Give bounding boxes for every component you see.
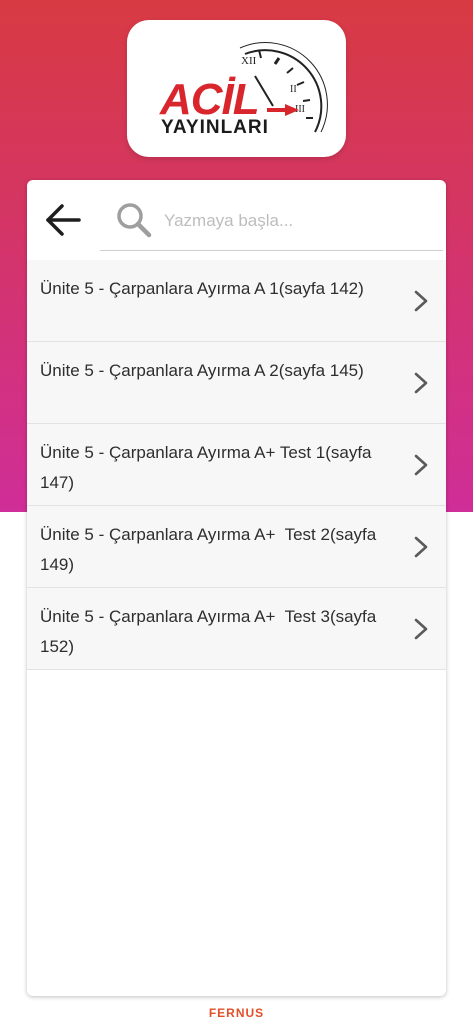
- list-item-label: Ünite 5 - Çarpanlara Ayırma A 2(sayfa 14…: [40, 361, 364, 380]
- logo-brand-top: ACİL: [160, 75, 260, 124]
- search-field[interactable]: [100, 192, 443, 251]
- list-item[interactable]: Ünite 5 - Çarpanlara Ayırma A 1(sayfa 14…: [27, 260, 446, 342]
- search-icon: [117, 203, 152, 238]
- content-panel: Ünite 5 - Çarpanlara Ayırma A 1(sayfa 14…: [27, 180, 446, 996]
- list-item-label: Ünite 5 - Çarpanlara Ayırma A+ Test 1(sa…: [40, 443, 377, 492]
- logo-brand-bottom: YAYINLARI: [161, 117, 269, 138]
- chevron-right-icon: [414, 536, 428, 558]
- list-item-label: Ünite 5 - Çarpanlara Ayırma A+ Test 2(sa…: [40, 525, 381, 574]
- list-item-label: Ünite 5 - Çarpanlara Ayırma A 1(sayfa 14…: [40, 279, 364, 298]
- search-bar: [27, 180, 446, 258]
- back-button[interactable]: [43, 200, 83, 240]
- chevron-right-icon: [414, 618, 428, 640]
- list-item[interactable]: Ünite 5 - Çarpanlara Ayırma A+ Test 1(sa…: [27, 424, 446, 506]
- logo-card: XII II III ACİL YAYINLARI: [127, 20, 346, 157]
- chevron-right-icon: [414, 372, 428, 394]
- list-item[interactable]: Ünite 5 - Çarpanlara Ayırma A+ Test 2(sa…: [27, 506, 446, 588]
- chevron-right-icon: [414, 454, 428, 476]
- worksheet-list: Ünite 5 - Çarpanlara Ayırma A 1(sayfa 14…: [27, 260, 446, 670]
- list-item[interactable]: Ünite 5 - Çarpanlara Ayırma A 2(sayfa 14…: [27, 342, 446, 424]
- footer-brand: FERNUS: [208, 1006, 265, 1020]
- svg-text:II: II: [290, 84, 297, 95]
- arrow-left-icon: [46, 204, 81, 236]
- list-item[interactable]: Ünite 5 - Çarpanlara Ayırma A+ Test 3(sa…: [27, 588, 446, 670]
- chevron-right-icon: [414, 290, 428, 312]
- clock-numeral-text: XII: [241, 55, 257, 67]
- list-item-label: Ünite 5 - Çarpanlara Ayırma A+ Test 3(sa…: [40, 607, 381, 656]
- search-input[interactable]: [164, 206, 434, 236]
